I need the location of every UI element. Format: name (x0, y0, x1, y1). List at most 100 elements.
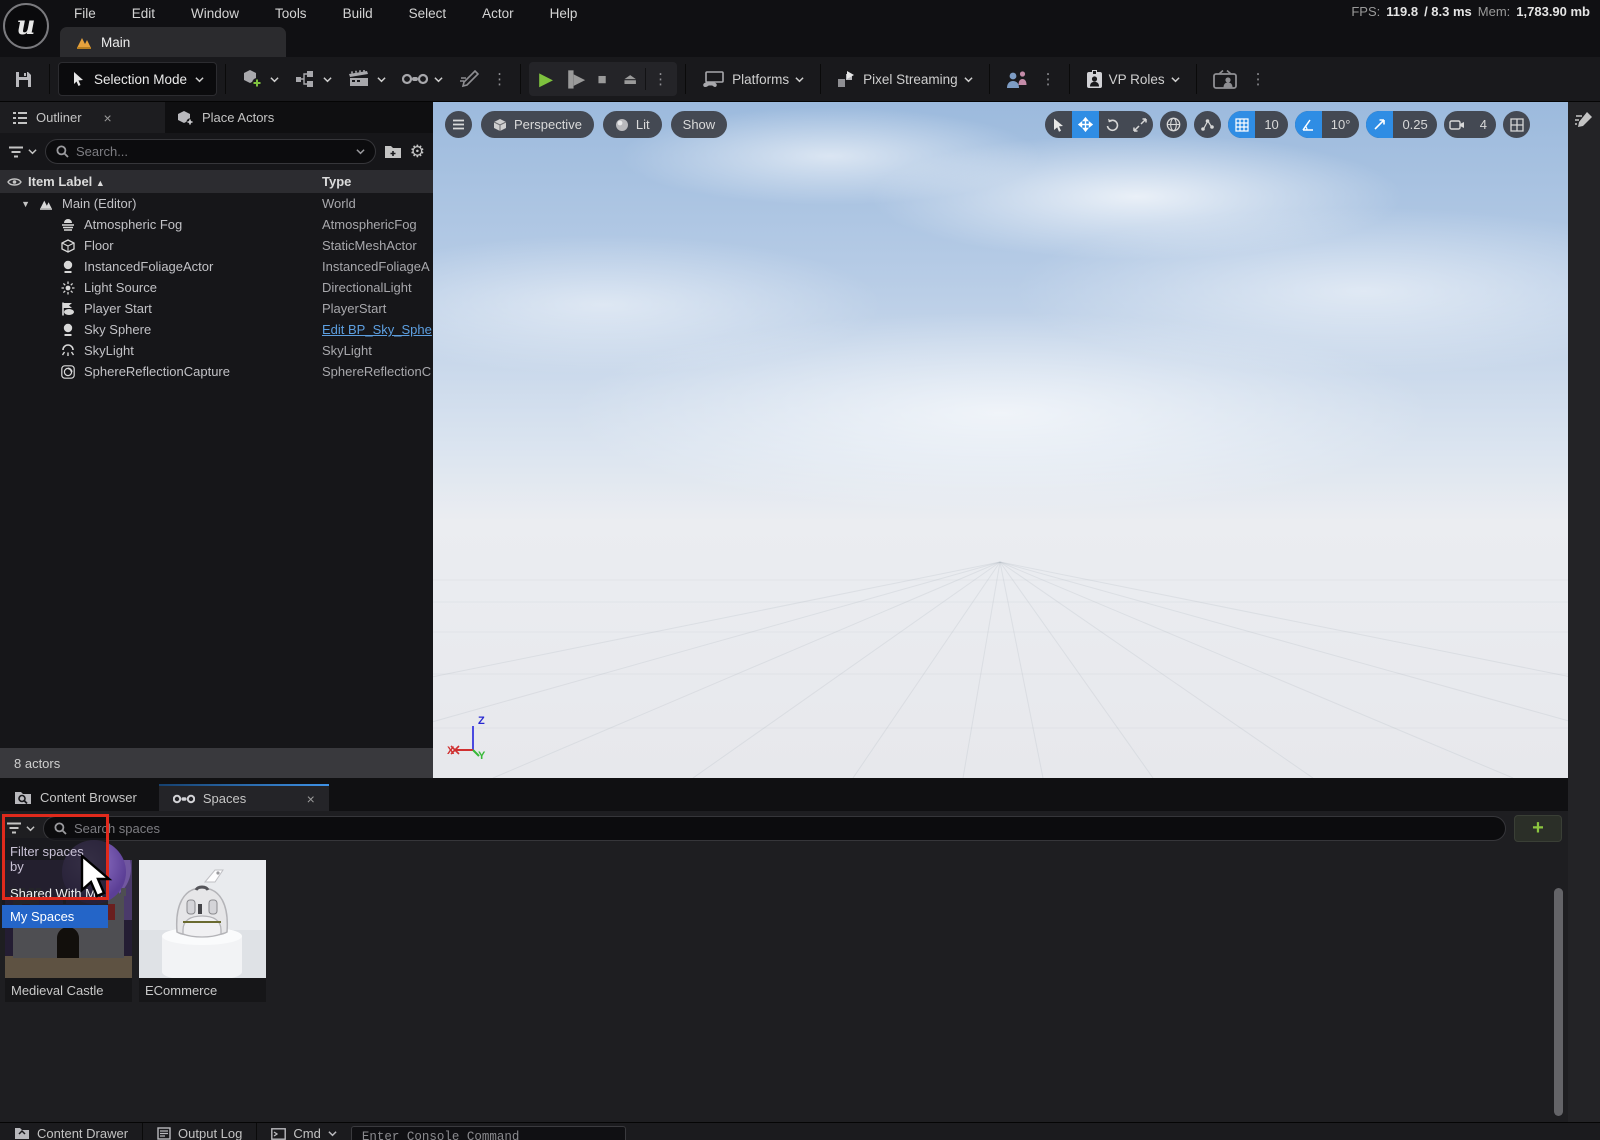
new-folder-icon[interactable] (384, 144, 402, 159)
multi-user-button[interactable] (998, 64, 1036, 95)
chevron-down-icon (323, 75, 332, 84)
content-drawer-button[interactable]: Content Drawer (0, 1123, 142, 1140)
outliner-row-atmospheric-fog[interactable]: Atmospheric Fog AtmosphericFog (0, 214, 433, 235)
menu-build[interactable]: Build (329, 2, 387, 25)
vp-roles-dropdown[interactable]: VP Roles (1078, 64, 1188, 95)
right-sidebar-strip (1568, 102, 1600, 1140)
maximize-viewport-button[interactable] (1503, 111, 1530, 138)
outliner-settings-icon[interactable]: ⚙ (410, 142, 425, 162)
outliner-row-sky-sphere[interactable]: Sky Sphere Edit BP_Sky_Sphe (0, 319, 433, 340)
scale-tool-button[interactable] (1126, 111, 1153, 138)
outliner-row-floor[interactable]: Floor StaticMeshActor (0, 235, 433, 256)
surface-snapping-button[interactable] (1194, 111, 1221, 138)
lit-mode-dropdown[interactable]: Lit (603, 111, 662, 138)
outliner-row-main[interactable]: ▼ Main (Editor) World (0, 193, 433, 214)
rotation-snap-toggle[interactable] (1295, 111, 1322, 138)
platforms-dropdown[interactable]: Platforms (694, 65, 812, 94)
tab-spaces[interactable]: Spaces × (159, 784, 329, 811)
close-icon[interactable]: × (307, 791, 315, 807)
rotation-snap-value[interactable]: 10° (1322, 111, 1360, 138)
outliner-row-player-start[interactable]: Player Start PlayerStart (0, 298, 433, 319)
menu-file[interactable]: File (60, 2, 110, 25)
menu-actor[interactable]: Actor (468, 2, 528, 25)
play-button[interactable]: ▶ (533, 66, 559, 92)
show-flags-dropdown[interactable]: Show (671, 111, 728, 138)
filter-icon (8, 146, 24, 158)
console-command-input[interactable]: Enter Console Command (351, 1126, 626, 1140)
column-item-label[interactable]: Item Label ▲ (28, 174, 322, 189)
tab-content-browser[interactable]: Content Browser (0, 784, 151, 811)
stage-monitor-options-menu[interactable]: ⋮ (1246, 70, 1271, 88)
outliner-filter-button[interactable] (8, 146, 37, 158)
scale-snap-value[interactable]: 0.25 (1393, 111, 1436, 138)
pixel-streaming-dropdown[interactable]: Pixel Streaming (829, 64, 981, 94)
add-actor-button[interactable] (234, 63, 287, 95)
blueprints-button[interactable] (287, 64, 340, 94)
grid-snap-value[interactable]: 10 (1255, 111, 1287, 138)
outliner-row-sphere-reflection[interactable]: SphereReflectionCapture SphereReflection… (0, 361, 433, 382)
add-space-button[interactable]: + (1514, 815, 1562, 842)
expand-arrow-icon[interactable]: ▼ (0, 199, 30, 209)
column-type[interactable]: Type (322, 174, 433, 189)
search-placeholder: Search spaces (74, 821, 160, 836)
output-log-button[interactable]: Output Log (143, 1123, 256, 1140)
grid-snap-control: 10 (1228, 111, 1287, 138)
viewport-options-button[interactable] (445, 111, 472, 138)
menu-item-my-spaces[interactable]: My Spaces (2, 905, 108, 928)
close-icon[interactable]: × (104, 110, 112, 126)
cinematics-icon (348, 70, 371, 88)
menu-edit[interactable]: Edit (118, 2, 169, 25)
world-local-space-button[interactable] (1160, 111, 1187, 138)
outliner-search-input[interactable]: Search... (45, 139, 376, 164)
selection-mode-dropdown[interactable]: Selection Mode (58, 62, 217, 96)
outliner-row-light-source[interactable]: Light Source DirectionalLight (0, 277, 433, 298)
tab-place-actors[interactable]: Place Actors (165, 102, 286, 133)
perspective-dropdown[interactable]: Perspective (481, 111, 594, 138)
grid-snap-toggle[interactable] (1228, 111, 1255, 138)
unreal-logo-icon[interactable]: u (3, 3, 49, 49)
pointer-icon (1053, 118, 1065, 132)
outliner-row-skylight[interactable]: SkyLight SkyLight (0, 340, 433, 361)
menu-help[interactable]: Help (536, 2, 592, 25)
outliner-panel: Outliner × Place Actors (0, 102, 433, 778)
search-icon (54, 822, 67, 835)
outliner-row-foliage[interactable]: InstancedFoliageActor InstancedFoliageA (0, 256, 433, 277)
chevron-down-icon (270, 75, 279, 84)
select-tool-button[interactable] (1045, 111, 1072, 138)
stage-monitor-button[interactable] (1205, 64, 1246, 95)
camera-speed-value[interactable]: 4 (1471, 111, 1496, 138)
tab-outliner[interactable]: Outliner × (0, 102, 165, 133)
eject-button[interactable]: ⏏ (617, 66, 643, 92)
play-options-menu[interactable]: ⋮ (648, 70, 673, 88)
spaces-search-input[interactable]: Search spaces (43, 816, 1506, 841)
stop-button[interactable]: ■ (589, 66, 615, 92)
multi-user-options-menu[interactable]: ⋮ (1036, 70, 1061, 88)
level-tab-main[interactable]: Main (60, 27, 286, 57)
visibility-column-icon[interactable] (0, 177, 28, 187)
level-viewport[interactable]: Perspective Lit Show (433, 102, 1568, 778)
frame-skip-button[interactable]: ▐▶ (561, 66, 587, 92)
fog-icon (60, 219, 76, 231)
edit-blueprint-link[interactable]: Edit BP_Sky_Sphe (322, 322, 433, 337)
menu-select[interactable]: Select (395, 2, 461, 25)
save-button[interactable] (6, 64, 41, 95)
collaborators-icon (1006, 70, 1028, 89)
virtual-scouting-button[interactable] (394, 66, 451, 92)
scale-snap-toggle[interactable] (1366, 111, 1393, 138)
menu-tools[interactable]: Tools (261, 2, 321, 25)
cmd-dropdown[interactable]: Cmd (257, 1123, 350, 1140)
spaces-filter-button[interactable] (6, 822, 35, 834)
chevron-down-icon (26, 824, 35, 833)
move-tool-button[interactable] (1072, 111, 1099, 138)
space-tile-ecommerce[interactable]: ECommerce (139, 860, 266, 1002)
static-mesh-icon (60, 239, 76, 253)
main-toolbar: Selection Mode (0, 57, 1600, 102)
toolbar-overflow-menu[interactable]: ⋮ (487, 70, 512, 88)
landscape-paint-button[interactable] (451, 64, 487, 95)
cinematics-button[interactable] (340, 64, 394, 94)
details-flyout-icon[interactable] (1574, 110, 1594, 130)
menu-window[interactable]: Window (177, 2, 253, 25)
rotate-tool-button[interactable] (1099, 111, 1126, 138)
paint-brush-icon (459, 70, 479, 89)
vertical-scrollbar[interactable] (1554, 888, 1563, 1116)
